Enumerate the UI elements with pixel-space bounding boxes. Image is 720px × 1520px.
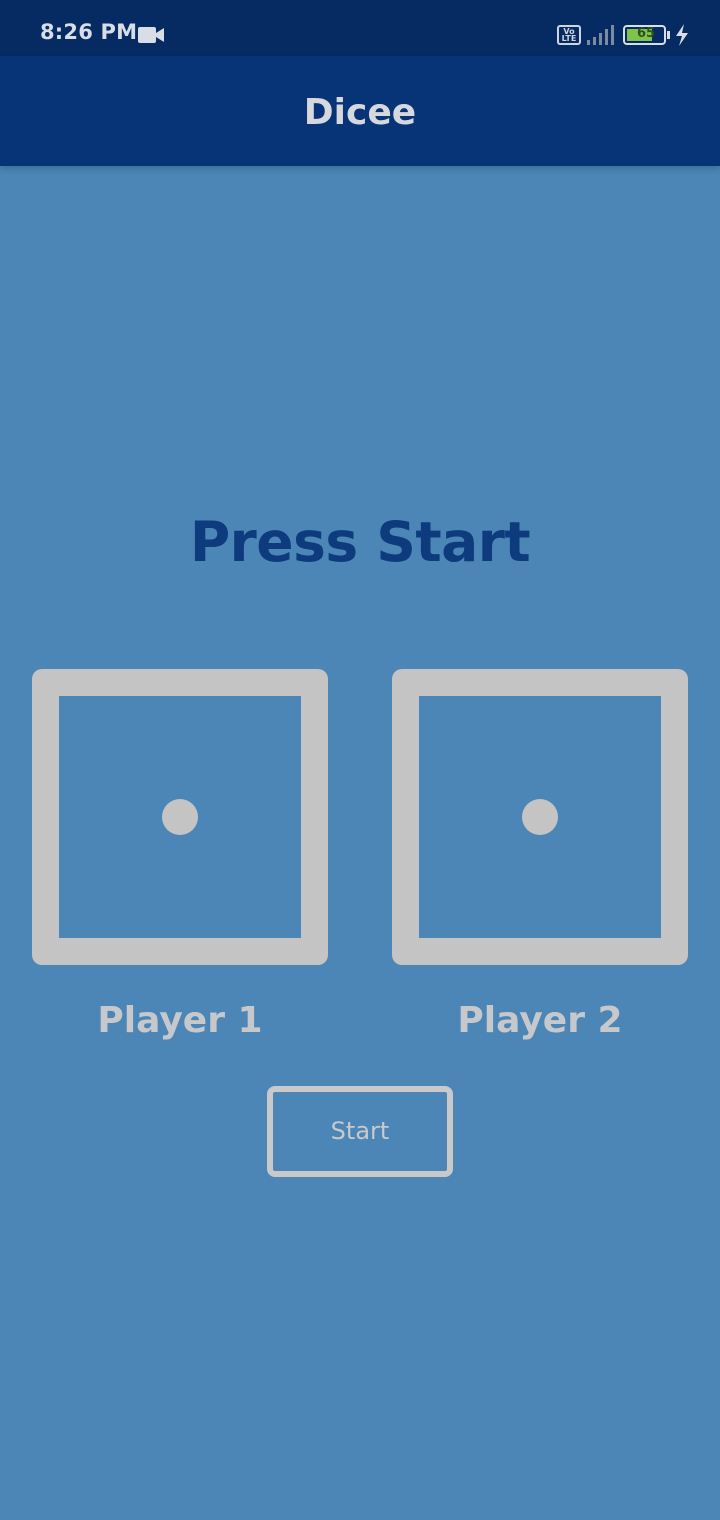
- die-pip: [522, 799, 558, 835]
- player-2-label: Player 2: [457, 1000, 623, 1041]
- app-title: Dicee: [303, 92, 417, 133]
- die-pip: [162, 799, 198, 835]
- video-camera-icon: [138, 27, 164, 43]
- battery-level: 65: [636, 26, 656, 41]
- signal-icon: [587, 25, 614, 45]
- headline: Press Start: [189, 510, 531, 574]
- volte-icon: Vo LTE: [557, 25, 581, 45]
- status-bar: 8:26 PM Vo LTE 65: [0, 0, 720, 56]
- player-2-die: [392, 669, 688, 965]
- volte-label: Vo LTE: [561, 27, 577, 43]
- app-bar: Dicee: [0, 56, 720, 166]
- player-1-label: Player 1: [97, 1000, 263, 1041]
- lightning-bolt-icon: [676, 24, 688, 46]
- player-1-die: [32, 669, 328, 965]
- start-button[interactable]: Start: [267, 1086, 453, 1177]
- status-time: 8:26 PM: [40, 20, 138, 44]
